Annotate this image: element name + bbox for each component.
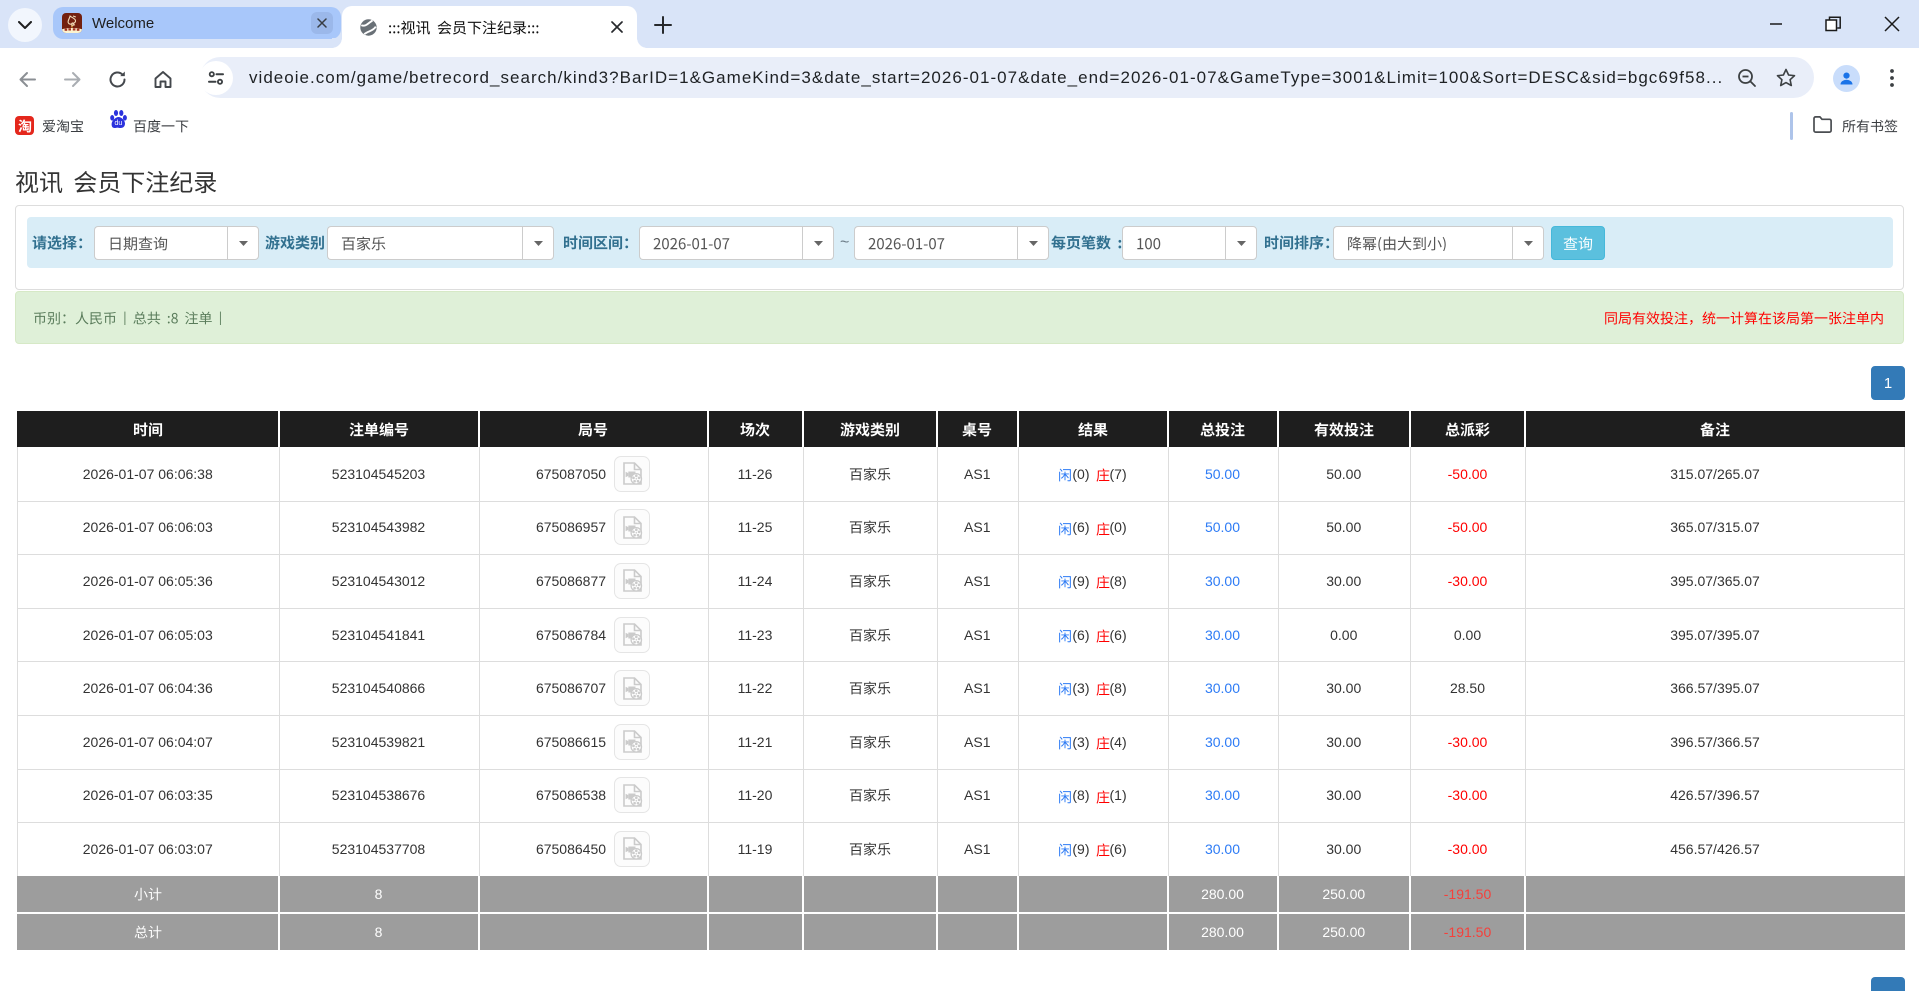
- svg-text:du: du: [115, 120, 123, 127]
